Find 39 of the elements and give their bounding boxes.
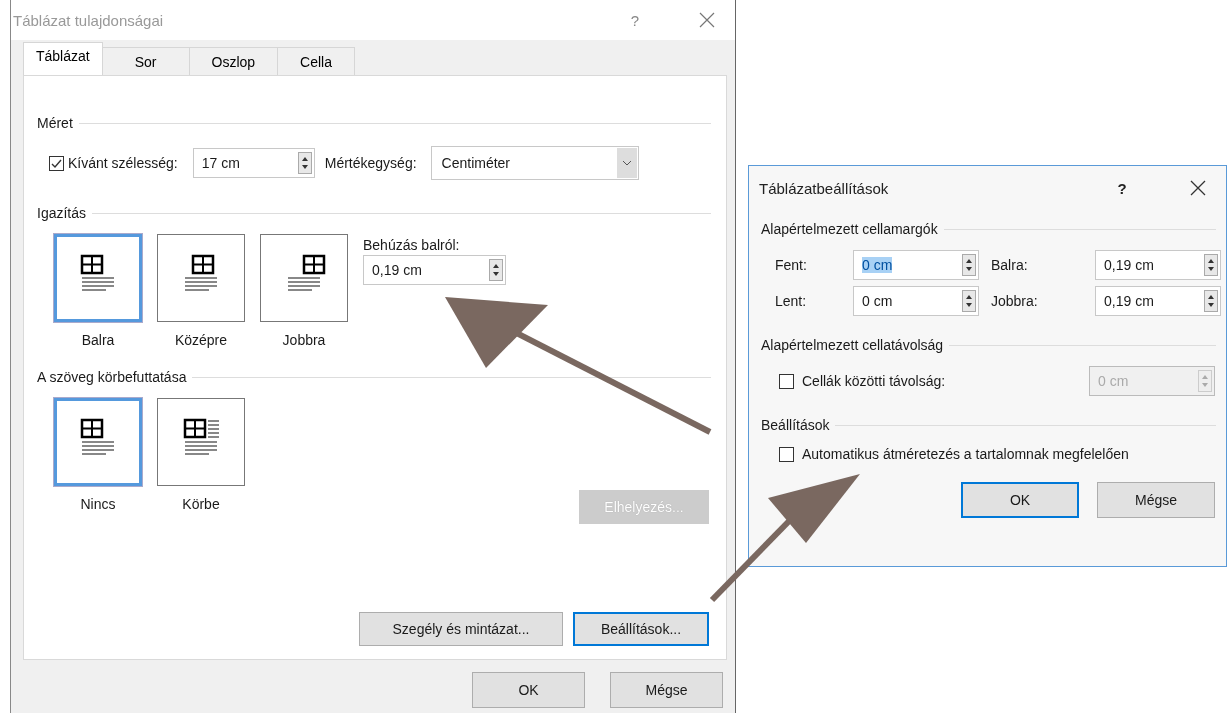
section-heading: Igazítás — [37, 205, 87, 221]
help-button[interactable]: ? — [627, 11, 643, 29]
margin-field[interactable]: 0,19 cm — [1095, 286, 1221, 316]
dialog-button[interactable]: OK — [961, 482, 1079, 518]
dialog-button[interactable]: Beállítások... — [573, 612, 709, 646]
section-heading: Beállítások — [761, 417, 830, 433]
dialog-button[interactable]: Szegély és mintázat... — [359, 612, 563, 646]
section-heading: Alapértelmezett cellatávolság — [761, 337, 944, 353]
dialog-button[interactable]: Mégse — [1097, 482, 1215, 518]
field-label: Lent: — [775, 293, 808, 309]
width-field[interactable]: 17 cm — [192, 148, 315, 178]
field-label: Fent: — [775, 257, 808, 273]
field-label: Mértékegység: — [324, 155, 417, 171]
checkbox-label: Cellák közötti távolság: — [802, 373, 946, 389]
window-title: Táblázatbeállítások — [758, 179, 890, 197]
option-label: Nincs — [80, 496, 116, 512]
margin-field[interactable]: 0 cm — [853, 250, 979, 280]
window-title: Táblázat tulajdonságai — [12, 11, 165, 29]
unit-dropdown[interactable]: Centiméter — [430, 146, 639, 180]
option-label: Körbe — [182, 496, 220, 512]
indent-field[interactable]: 0,19 cm — [363, 255, 506, 285]
margin-field[interactable]: 0 cm — [853, 286, 979, 316]
help-button[interactable]: ? — [1114, 179, 1130, 197]
field-label: Behúzás balról: — [363, 237, 461, 253]
section-heading: Alapértelmezett cellamargók — [761, 221, 938, 237]
field-label: Balra: — [990, 257, 1029, 273]
margin-field[interactable]: 0,19 cm — [1095, 250, 1221, 280]
tab[interactable]: Táblázat — [23, 42, 103, 75]
section-heading: A szöveg körbefuttatása — [37, 369, 187, 385]
option-label: Jobbra — [282, 332, 326, 348]
checkbox-label: Kívánt szélesség: — [68, 155, 178, 171]
section-heading: Méret — [37, 115, 73, 131]
dialog-button[interactable]: OK — [472, 672, 585, 708]
option-label: Balra — [81, 332, 115, 348]
option-label: Középre — [174, 332, 228, 348]
dialog-button[interactable]: Mégse — [610, 672, 723, 708]
checkbox-label: Automatikus átméretezés a tartalomnak megfelelően — [802, 446, 1129, 462]
field-label: Jobbra: — [990, 293, 1039, 309]
tab[interactable]: Cella — [277, 47, 355, 75]
